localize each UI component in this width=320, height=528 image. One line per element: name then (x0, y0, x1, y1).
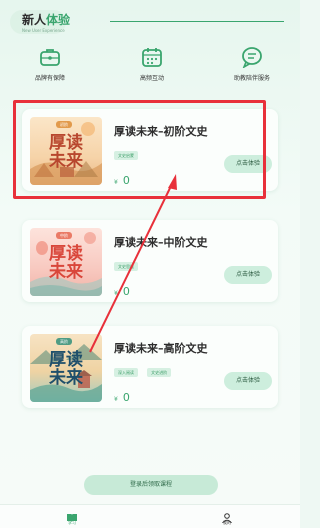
course-card-intermediate[interactable]: 中阶 厚读 未来 厚读未来–中阶文史 文史思维 ¥ 0 点击体验 (22, 220, 278, 302)
price-value: 0 (122, 285, 130, 298)
cover-title-line2: 未来 (49, 368, 83, 388)
tab-mine[interactable]: 我的 (207, 508, 247, 526)
cover-title-line1: 厚读 (49, 350, 83, 370)
cover-title-line1: 厚读 (49, 244, 83, 264)
tab-label: 学习 (68, 520, 76, 525)
user-icon (207, 508, 247, 524)
course-price: ¥ 0 (114, 386, 130, 405)
course-tag: 深入阅读 (114, 368, 138, 377)
try-button[interactable]: 点击体验 (224, 266, 272, 284)
highlight-box (13, 100, 266, 199)
cover-level-badge: 中阶 (56, 232, 72, 239)
course-price: ¥ 0 (114, 280, 130, 299)
price-value: 0 (122, 391, 130, 404)
course-tags: 文史思维 (114, 253, 142, 272)
tab-label: 我的 (223, 520, 231, 525)
chat-icon (240, 46, 264, 69)
header-divider (110, 21, 284, 22)
feature-assistant: 助教陪伴服务 (212, 46, 292, 82)
briefcase-icon (38, 46, 62, 68)
course-tag: 文史进阶 (147, 368, 172, 377)
tab-study[interactable]: 学习 (52, 508, 92, 526)
page-title-part2: 体验 (46, 13, 71, 27)
course-cover: 中阶 厚读 未来 (30, 228, 102, 296)
feature-brand: 品牌有保障 (10, 46, 90, 82)
page-title: 新人体验 (22, 11, 70, 28)
course-tag: 文史思维 (114, 262, 138, 271)
tab-bar: 学习 我的 (0, 504, 300, 528)
cover-level-badge: 高阶 (56, 338, 72, 345)
course-tags: 深入阅读 文史进阶 (114, 359, 175, 378)
course-card-advanced[interactable]: 高阶 厚读 未来 厚读未来–高阶文史 深入阅读 文史进阶 ¥ 0 点击体验 (22, 326, 278, 408)
calendar-icon (140, 46, 164, 68)
course-name: 厚读未来–高阶文史 (114, 342, 208, 355)
course-name: 厚读未来–中阶文史 (114, 236, 208, 249)
login-claim-button[interactable]: 登录后领取课程 (84, 475, 218, 495)
page: 新人体验 New User Experience 品牌有保障 高频互动 助教陪伴… (0, 0, 300, 528)
page-subtitle: New User Experience (22, 28, 65, 33)
header: 新人体验 New User Experience (10, 6, 290, 36)
feature-label: 高频互动 (139, 75, 164, 82)
book-icon (52, 508, 92, 522)
page-title-part1: 新人 (22, 13, 47, 27)
currency-symbol: ¥ (114, 290, 118, 297)
feature-label: 品牌有保障 (34, 75, 65, 82)
course-cover: 高阶 厚读 未来 (30, 334, 102, 402)
feature-interaction: 高频互动 (112, 46, 192, 82)
feature-label: 助教陪伴服务 (233, 75, 270, 82)
cover-title-line2: 未来 (49, 262, 83, 282)
feature-row: 品牌有保障 高频互动 助教陪伴服务 (0, 46, 300, 90)
try-button[interactable]: 点击体验 (224, 372, 272, 390)
currency-symbol: ¥ (114, 396, 118, 403)
